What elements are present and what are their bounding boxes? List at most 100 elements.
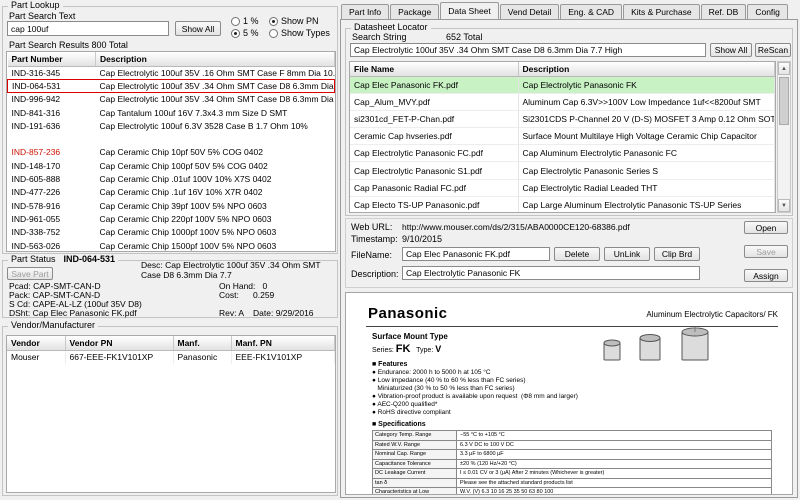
- file-desc-cell: Cap Electrolytic Panasonic FK: [518, 76, 775, 94]
- part-row[interactable]: IND-996-942 Cap Electrolytic 100uf 35V .…: [8, 93, 335, 106]
- datasheet-file-row[interactable]: si2301cd_FET-P-Chan.pdf Si2301CDS P-Chan…: [350, 110, 775, 129]
- radio-1-percent[interactable]: 1 %: [231, 16, 259, 26]
- col-file-name[interactable]: File Name: [350, 62, 519, 77]
- description-input[interactable]: [402, 266, 700, 280]
- app-window: { "lookup": { "title": "Part Lookup", "s…: [0, 0, 800, 500]
- part-number-cell: IND-605-888: [11, 174, 61, 185]
- part-row[interactable]: IND-477-226 Cap Ceramic Chip .1uf 16V 10…: [8, 186, 335, 199]
- scroll-up-icon[interactable]: ▲: [778, 62, 790, 75]
- pdf-header-rule: [366, 326, 778, 327]
- datasheet-files-table: File Name Description Cap Elec Panasonic…: [349, 61, 776, 213]
- save-part-button[interactable]: Save Part: [7, 267, 53, 280]
- tab[interactable]: Vend Detail: [499, 4, 560, 19]
- rev-value: A: [238, 308, 245, 318]
- file-name-cell: Cap Electrolytic Panasonic S1.pdf: [350, 161, 519, 180]
- clip-brd-button[interactable]: Clip Brd: [654, 247, 700, 261]
- cost-label: Cost:: [219, 290, 239, 300]
- file-name-cell: si2301cd_FET-P-Chan.pdf: [350, 110, 519, 129]
- filename-input[interactable]: [402, 247, 550, 261]
- scroll-down-icon[interactable]: ▼: [778, 199, 790, 212]
- datasheet-search-input[interactable]: [350, 43, 706, 57]
- col-manf[interactable]: Manf.: [173, 336, 232, 351]
- part-desc-cell: Cap Electrolytic 100uf 6.3V 3528 Case B …: [99, 120, 308, 131]
- spec-row: DC Leakage Current I ≤ 0.01 CV or 3 (µA)…: [373, 469, 771, 479]
- part-row[interactable]: IND-605-888 Cap Ceramic Chip .01uf 100V …: [8, 172, 335, 185]
- col-part-number[interactable]: Part Number: [7, 52, 96, 67]
- radio-5-percent[interactable]: 5 %: [231, 28, 259, 38]
- vendor-row[interactable]: Mouser 667-EEE-FK1V101XP Panasonic EEE-F…: [7, 350, 335, 364]
- files-scrollbar[interactable]: ▲ ▼: [777, 61, 791, 213]
- vendor-pn-cell: 667-EEE-FK1V101XP: [65, 350, 174, 364]
- results-count-label: Part Search Results 800 Total: [9, 40, 128, 50]
- dsht-row: DSht: Cap Elec Panasonic FK.pdf: [9, 308, 137, 318]
- spec-row: Characteristics at Low Temperature W.V. …: [373, 488, 771, 494]
- part-number-cell: IND-148-170: [11, 160, 61, 171]
- vendor-panel: Vendor/Manufacturer Vendor Vendor PN Man…: [2, 320, 338, 496]
- tab[interactable]: Package: [390, 4, 440, 19]
- part-row[interactable]: IND-064-531 Cap Electrolytic 100uf 35V .…: [7, 78, 335, 94]
- part-row[interactable]: IND-563-026 Cap Ceramic Chip 1500pf 100V…: [8, 239, 335, 251]
- tab[interactable]: Kits & Purchase: [623, 4, 700, 19]
- datasheet-files-body: Cap Elec Panasonic FK.pdf Cap Electrolyt…: [350, 76, 775, 212]
- part-row[interactable]: IND-338-752 Cap Ceramic Chip 1000pf 100V…: [8, 226, 335, 239]
- part-desc-cell: Cap Electrolytic 100uf 35V .34 Ohm SMT C…: [95, 78, 335, 94]
- spec-label: tan δ: [373, 478, 457, 487]
- radio-show-types[interactable]: Show Types: [269, 28, 330, 38]
- radio-show-pn[interactable]: Show PN: [269, 16, 319, 26]
- tab[interactable]: Part Info: [341, 4, 390, 19]
- part-row[interactable]: IND-148-170 Cap Ceramic Chip 100pf 50V 5…: [8, 159, 335, 172]
- col-manf-pn[interactable]: Manf. PN: [231, 336, 335, 351]
- part-search-input[interactable]: [7, 21, 169, 36]
- save-button[interactable]: Save: [744, 245, 788, 258]
- tab[interactable]: Eng. & CAD: [560, 4, 623, 19]
- part-row[interactable]: IND-191-636 Cap Electrolytic 100uf 6.3V …: [8, 119, 335, 132]
- datasheet-file-row[interactable]: Cap Electrolytic Panasonic S1.pdf Cap El…: [350, 161, 775, 180]
- feature-line: ● Low impedance (40 % to 60 % less than …: [372, 377, 526, 384]
- file-name-cell: Cap Panasonic Radial FC.pdf: [350, 179, 519, 197]
- radio-icon: [269, 28, 278, 38]
- type-label: Type:: [416, 347, 434, 354]
- part-row[interactable]: [8, 132, 335, 145]
- delete-button[interactable]: Delete: [554, 247, 600, 261]
- scrollbar-thumb[interactable]: [779, 77, 789, 125]
- spec-label: Nominal Cap. Range: [373, 450, 457, 459]
- tab[interactable]: Config: [747, 4, 788, 19]
- datasheet-file-row[interactable]: Cap_Alum_MVY.pdf Aluminum Cap 6.3V>>100V…: [350, 93, 775, 111]
- tab[interactable]: Ref. DB: [700, 4, 747, 19]
- part-row[interactable]: IND-316-345 Cap Electrolytic 100uf 35V .…: [8, 66, 335, 79]
- datasheet-file-row[interactable]: Ceramic Cap hvseries.pdf Surface Mount M…: [350, 127, 775, 146]
- web-url-label: Web URL:: [351, 222, 393, 232]
- spec-row: tan δ Please see the attached standard p…: [373, 478, 771, 488]
- rescan-button[interactable]: ReScan: [755, 43, 791, 57]
- part-row[interactable]: IND-578-916 Cap Ceramic Chip 39pf 100V 5…: [8, 199, 335, 212]
- col-vendor-pn[interactable]: Vendor PN: [65, 336, 174, 351]
- file-desc-cell: Cap Large Aluminum Electrolytic Panasoni…: [518, 196, 775, 212]
- unlink-button[interactable]: UnLink: [604, 247, 650, 261]
- timestamp-value: 9/10/2015: [402, 234, 443, 244]
- dsht-value: Cap Elec Panasonic FK.pdf: [32, 308, 137, 318]
- search-string-label: Search String: [352, 32, 407, 42]
- pdf-series-line: Series: FK Type: V: [372, 343, 441, 355]
- part-row[interactable]: IND-961-055 Cap Ceramic Chip 220pf 100V …: [8, 212, 335, 225]
- col-file-desc[interactable]: Description: [518, 62, 775, 77]
- series-label: Series:: [372, 347, 394, 354]
- assign-button[interactable]: Assign: [744, 269, 788, 282]
- part-row[interactable]: IND-857-236 Cap Ceramic Chip 10pf 50V 5%…: [8, 146, 335, 159]
- locator-show-all-button[interactable]: Show All: [710, 43, 752, 57]
- show-all-button[interactable]: Show All: [175, 21, 221, 36]
- datasheet-file-row[interactable]: Cap Panasonic Radial FC.pdf Cap Electrol…: [350, 179, 775, 197]
- tab[interactable]: Data Sheet: [440, 2, 499, 19]
- part-results-table: Part Number Description IND-316-345 Cap …: [6, 51, 336, 252]
- radio-icon: [231, 28, 240, 38]
- datasheet-file-row[interactable]: Cap Electo TS-UP Panasonic.pdf Cap Large…: [350, 196, 775, 212]
- series-value: FK: [395, 343, 411, 355]
- col-vendor[interactable]: Vendor: [7, 336, 66, 351]
- part-row[interactable]: IND-841-316 Cap Tantalum 100uf 16V 7.3x4…: [8, 106, 335, 119]
- col-description[interactable]: Description: [95, 52, 335, 67]
- vendor-panel-title: Vendor/Manufacturer: [8, 320, 99, 330]
- datasheet-file-row[interactable]: Cap Electrolytic Panasonic FC.pdf Cap Al…: [350, 144, 775, 163]
- datasheet-file-row[interactable]: Cap Elec Panasonic FK.pdf Cap Electrolyt…: [350, 76, 775, 94]
- part-status-title: Part Status: [11, 254, 56, 264]
- open-button[interactable]: Open: [744, 221, 788, 234]
- web-url-value: http://www.mouser.com/ds/2/315/ABA0000CE…: [402, 222, 630, 232]
